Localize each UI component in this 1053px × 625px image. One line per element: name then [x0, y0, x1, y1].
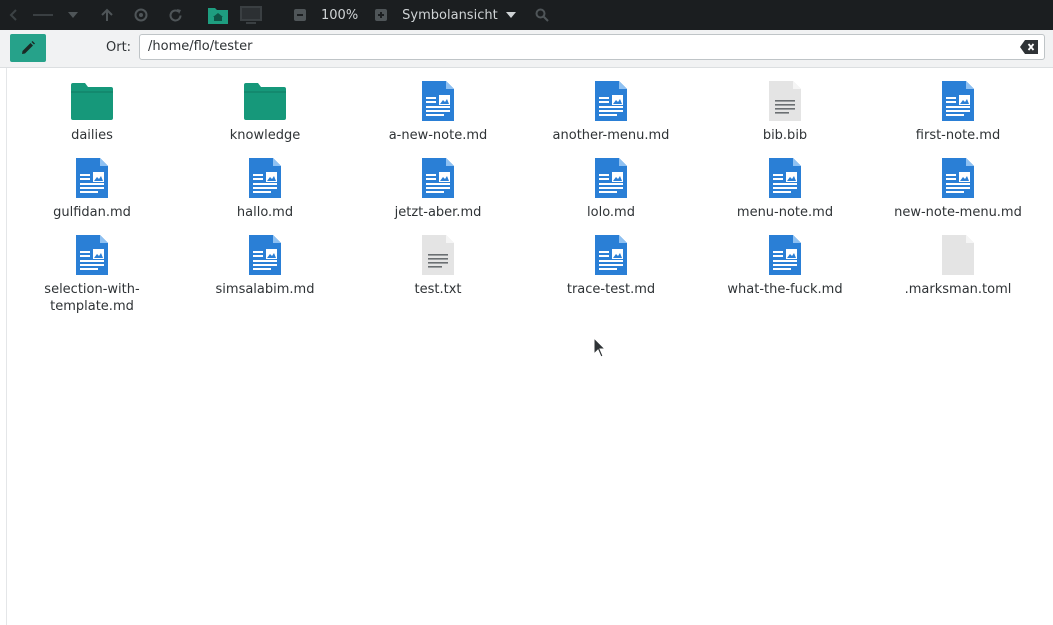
location-path-input[interactable]: /home/flo/tester: [139, 34, 1045, 60]
chevron-down-icon: [505, 12, 516, 18]
stop-icon: [134, 8, 148, 22]
file-item[interactable]: dailies: [12, 79, 172, 144]
file-item[interactable]: bib.bib: [705, 79, 865, 144]
markdown-file-icon: [416, 79, 460, 123]
zoom-level: 100%: [321, 7, 359, 23]
chevron-down-icon: [68, 12, 78, 18]
blank-file-icon: [936, 233, 980, 277]
monitor-icon: [240, 6, 262, 24]
location-path-text: /home/flo/tester: [148, 39, 253, 54]
markdown-file-icon: [589, 233, 633, 277]
markdown-file-icon: [243, 233, 287, 277]
file-item-label: dailies: [71, 128, 113, 143]
history-button[interactable]: [24, 0, 62, 30]
file-item-label: hallo.md: [236, 205, 294, 220]
file-item[interactable]: hallo.md: [185, 156, 345, 221]
back-arrow-icon: [9, 9, 17, 21]
file-item-label: a-new-note.md: [388, 128, 488, 143]
file-item[interactable]: .marksman.toml: [878, 233, 1038, 298]
markdown-file-icon: [589, 156, 633, 200]
location-label: Ort:: [106, 40, 132, 55]
file-view[interactable]: dailies knowledge a-new-note.md another-men…: [6, 68, 1053, 625]
search-icon: [535, 8, 549, 22]
file-item-label: knowledge: [229, 128, 301, 143]
markdown-file-icon: [763, 233, 807, 277]
file-item[interactable]: lolo.md: [531, 156, 691, 221]
folder-icon: [243, 79, 287, 123]
history-dropdown[interactable]: [62, 0, 84, 30]
markdown-file-icon: [416, 156, 460, 200]
zoom-in-button[interactable]: [374, 8, 388, 22]
file-item[interactable]: another-menu.md: [531, 79, 691, 144]
file-item[interactable]: trace-test.md: [531, 233, 691, 298]
file-item[interactable]: menu-note.md: [705, 156, 865, 221]
file-item[interactable]: jetzt-aber.md: [358, 156, 518, 221]
reload-icon: [169, 8, 181, 21]
up-arrow-icon: [101, 8, 113, 21]
file-item[interactable]: knowledge: [185, 79, 345, 144]
terminal-button[interactable]: [239, 5, 263, 25]
file-item[interactable]: test.txt: [358, 233, 518, 298]
clear-icon[interactable]: [1020, 40, 1038, 54]
stop-button[interactable]: [124, 0, 158, 30]
file-item-label: lolo.md: [587, 205, 635, 220]
plus-icon: [375, 9, 388, 21]
file-item-label: trace-test.md: [566, 282, 656, 297]
text-file-icon: [763, 79, 807, 123]
mouse-cursor-icon: [593, 337, 607, 358]
home-folder-icon: [208, 8, 228, 24]
file-item-label: another-menu.md: [552, 128, 670, 143]
markdown-file-icon: [936, 79, 980, 123]
text-file-icon: [416, 233, 460, 277]
file-item[interactable]: simsalabim.md: [185, 233, 345, 298]
file-item-label: bib.bib: [762, 128, 808, 143]
folder-icon: [70, 79, 114, 123]
pencil-icon: [22, 41, 35, 54]
markdown-file-icon: [70, 233, 114, 277]
markdown-file-icon: [936, 156, 980, 200]
home-button[interactable]: [207, 5, 229, 25]
minus-icon: [294, 9, 306, 21]
edit-location-button[interactable]: [10, 34, 46, 62]
file-item-label: menu-note.md: [736, 205, 834, 220]
file-item-label: .marksman.toml: [904, 282, 1012, 297]
markdown-file-icon: [589, 79, 633, 123]
view-mode-dropdown[interactable]: [502, 0, 520, 30]
file-item[interactable]: a-new-note.md: [358, 79, 518, 144]
file-item[interactable]: first-note.md: [878, 79, 1038, 144]
markdown-file-icon: [70, 156, 114, 200]
file-item-label: new-note-menu.md: [894, 205, 1022, 220]
location-bar: Ort: /home/flo/tester: [0, 30, 1053, 68]
file-item-label: gulfidan.md: [53, 205, 131, 220]
file-item[interactable]: what-the-fuck.md: [705, 233, 865, 298]
file-item-label: jetzt-aber.md: [394, 205, 482, 220]
file-item-label: test.txt: [414, 282, 462, 297]
toolbar: 100% Symbolansicht: [0, 0, 1053, 30]
search-button[interactable]: [532, 0, 552, 30]
file-item[interactable]: selection-with-template.md: [12, 233, 172, 315]
view-mode-select[interactable]: Symbolansicht: [402, 8, 498, 23]
reload-button[interactable]: [158, 0, 192, 30]
file-item[interactable]: gulfidan.md: [12, 156, 172, 221]
file-item-label: what-the-fuck.md: [727, 282, 843, 297]
file-item[interactable]: new-note-menu.md: [878, 156, 1038, 221]
up-button[interactable]: [90, 0, 124, 30]
back-button[interactable]: [4, 0, 24, 30]
zoom-out-button[interactable]: [293, 8, 307, 22]
file-item-label: first-note.md: [915, 128, 1001, 143]
markdown-file-icon: [763, 156, 807, 200]
file-item-label: simsalabim.md: [215, 282, 315, 297]
file-item-label: selection-with-template.md: [44, 282, 140, 314]
markdown-file-icon: [243, 156, 287, 200]
